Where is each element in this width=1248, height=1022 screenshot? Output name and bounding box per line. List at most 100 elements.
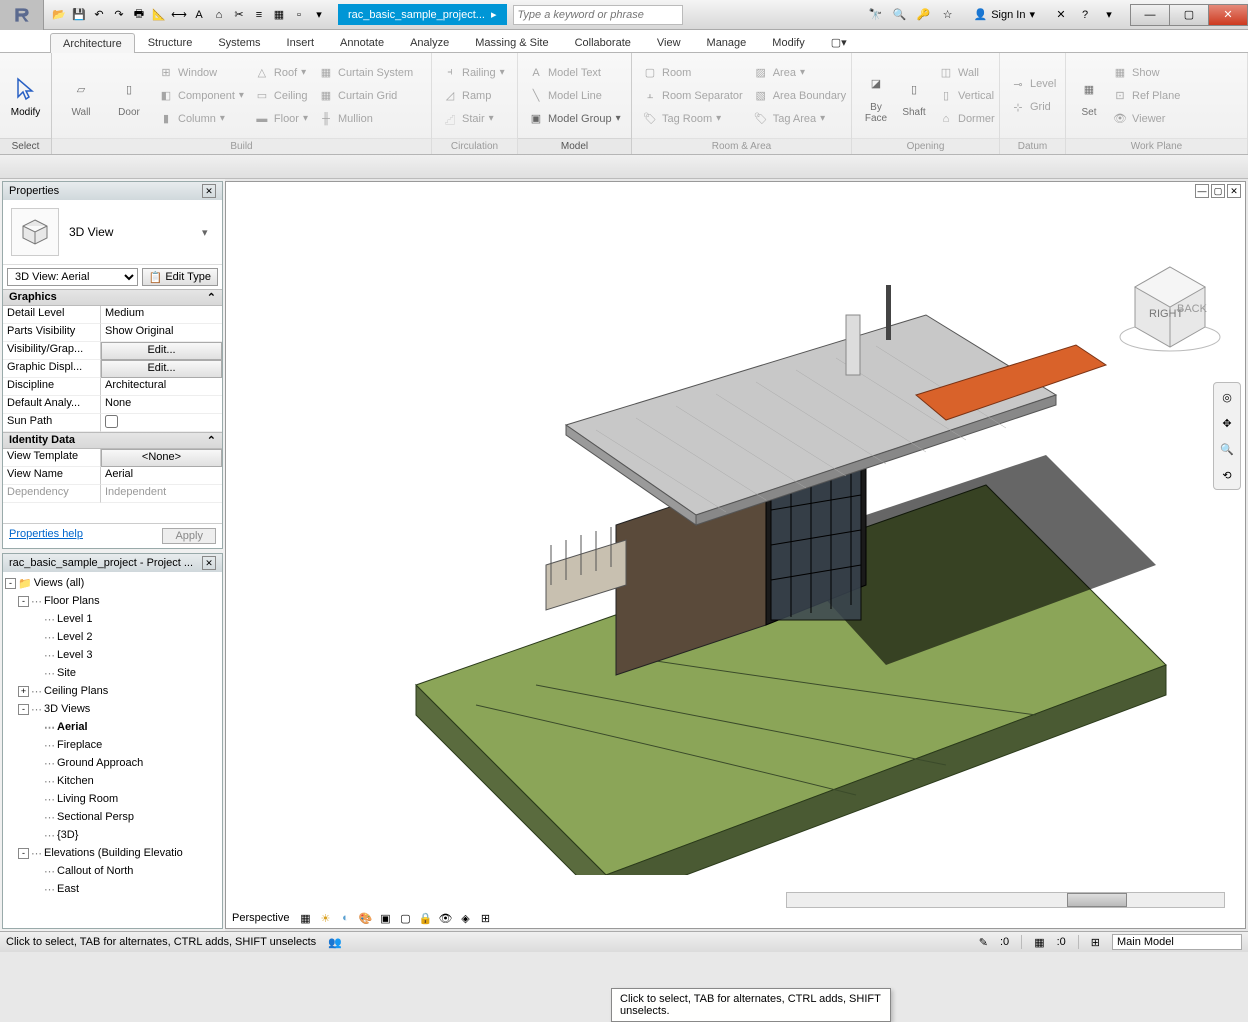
tree-item[interactable]: ⋯ Callout of North	[5, 862, 220, 880]
prop-value[interactable]: Architectural	[101, 378, 222, 396]
tree-item[interactable]: ⋯ Site	[5, 664, 220, 682]
3d-icon[interactable]: ⌂	[210, 6, 228, 24]
area-boundary-button[interactable]: ▧Area Boundary	[749, 85, 850, 107]
viewcube[interactable]: RIGHT BACK	[1115, 252, 1225, 362]
curtain-grid-button[interactable]: ▦Curtain Grid	[314, 85, 417, 107]
curtain-system-button[interactable]: ▦Curtain System	[314, 62, 417, 84]
ribbon-tab-view[interactable]: View	[644, 32, 694, 52]
vc-model-graphics-icon[interactable]: ▦	[297, 910, 313, 926]
prop-group-identity-data[interactable]: Identity Data⌃	[3, 432, 222, 449]
vc-temp-hide-icon[interactable]: 👁	[437, 910, 453, 926]
orbit-icon[interactable]: ⟲	[1217, 465, 1237, 485]
tree-item[interactable]: ⋯ Level 3	[5, 646, 220, 664]
prop-value[interactable]: <None>	[101, 449, 222, 467]
tag-area-button[interactable]: 🏷Tag Area ▾	[749, 108, 850, 130]
key-icon[interactable]: 🔑	[913, 4, 935, 26]
collapse-icon[interactable]: -	[18, 848, 29, 859]
set-button[interactable]: ▦Set	[1072, 56, 1106, 136]
ribbon-tab-architecture[interactable]: Architecture	[50, 33, 135, 53]
door-button[interactable]: ▯Door	[106, 56, 152, 136]
status-model-selector[interactable]	[1112, 934, 1242, 950]
tree-item[interactable]: ⋯ {3D}	[5, 826, 220, 844]
browser-close-icon[interactable]: ✕	[202, 556, 216, 570]
tag-room-button[interactable]: 🏷Tag Room ▾	[638, 108, 747, 130]
type-selector[interactable]: 3D View ▾	[3, 200, 222, 265]
vertical-button[interactable]: ▯Vertical	[934, 85, 999, 107]
vc-sun-icon[interactable]: ☀	[317, 910, 333, 926]
help-icon[interactable]: ?	[1074, 4, 1096, 26]
qat-dropdown-icon[interactable]: ▾	[310, 6, 328, 24]
help-dropdown-icon[interactable]: ▾	[1098, 4, 1120, 26]
prop-value[interactable]: Medium	[101, 306, 222, 324]
model-text-button[interactable]: AModel Text	[524, 62, 625, 84]
tree-item[interactable]: ⋯ Level 1	[5, 610, 220, 628]
status-model-icon[interactable]: ⊞	[1091, 936, 1100, 949]
tree-item[interactable]: ⋯ Kitchen	[5, 772, 220, 790]
pan-icon[interactable]: ✥	[1217, 413, 1237, 433]
thin-lines-icon[interactable]: ≡	[250, 6, 268, 24]
ref-plane-button[interactable]: ⊡Ref Plane	[1108, 85, 1184, 107]
prop-value[interactable]: None	[101, 396, 222, 414]
room-button[interactable]: ▢Room	[638, 62, 747, 84]
tree-item[interactable]: ⋯ Aerial	[5, 718, 220, 736]
ribbon-tab-systems[interactable]: Systems	[205, 32, 273, 52]
prop-value[interactable]	[101, 414, 222, 432]
prop-group-graphics[interactable]: Graphics⌃	[3, 289, 222, 306]
redo-icon[interactable]: ↷	[110, 6, 128, 24]
component-button[interactable]: ◧Component ▾	[154, 85, 248, 107]
prop-value[interactable]: Show Original	[101, 324, 222, 342]
tree-item[interactable]: -⋯ 3D Views	[5, 700, 220, 718]
ribbon-tab-extra[interactable]: ▢▾	[818, 31, 860, 52]
ribbon-tab-annotate[interactable]: Annotate	[327, 32, 397, 52]
vc-reveal-icon[interactable]: ◈	[457, 910, 473, 926]
search-input[interactable]	[513, 5, 683, 25]
grid-button[interactable]: ⊹Grid	[1006, 96, 1060, 118]
properties-help-link[interactable]: Properties help	[9, 528, 83, 544]
column-button[interactable]: ▮Column ▾	[154, 108, 248, 130]
room-separator-button[interactable]: ⫠Room Separator	[638, 85, 747, 107]
tree-item[interactable]: ⋯ Sectional Persp	[5, 808, 220, 826]
vc-render-icon[interactable]: 🎨	[357, 910, 373, 926]
maximize-button[interactable]: ▢	[1169, 4, 1209, 26]
shaft-button[interactable]: ▯Shaft	[896, 56, 932, 136]
edit-type-button[interactable]: 📋Edit Type	[142, 268, 218, 286]
by-face-button[interactable]: ◪By Face	[858, 56, 894, 136]
railing-button[interactable]: ⫞Railing ▾	[438, 62, 509, 84]
section-icon[interactable]: ✂	[230, 6, 248, 24]
tree-item[interactable]: -⋯ Floor Plans	[5, 592, 220, 610]
ribbon-tab-insert[interactable]: Insert	[274, 32, 328, 52]
switch-window-icon[interactable]: ▫	[290, 6, 308, 24]
ribbon-tab-modify[interactable]: Modify	[759, 32, 817, 52]
text-icon[interactable]: A	[190, 6, 208, 24]
ribbon-tab-manage[interactable]: Manage	[694, 32, 760, 52]
area-button[interactable]: ▨Area ▾	[749, 62, 850, 84]
close-hidden-icon[interactable]: ▦	[270, 6, 288, 24]
ramp-button[interactable]: ◿Ramp	[438, 85, 509, 107]
tree-item[interactable]: -⋯ Elevations (Building Elevatio	[5, 844, 220, 862]
dormer-button[interactable]: ⌂Dormer	[934, 108, 999, 130]
document-tab[interactable]: rac_basic_sample_project... ▸	[338, 4, 507, 25]
status-design-options-icon[interactable]: ▦	[1034, 936, 1044, 949]
wall-button[interactable]: ▱Wall	[58, 56, 104, 136]
prop-value[interactable]: Edit...	[101, 360, 222, 378]
prop-value[interactable]: Aerial	[101, 467, 222, 485]
binoculars-icon[interactable]: 🔭	[865, 4, 887, 26]
viewer-button[interactable]: 👁Viewer	[1108, 108, 1184, 130]
properties-close-icon[interactable]: ✕	[202, 184, 216, 198]
vc-lock-icon[interactable]: 🔒	[417, 910, 433, 926]
search-icon[interactable]: 🔍	[889, 4, 911, 26]
close-button[interactable]: ✕	[1208, 4, 1248, 26]
model-group-button[interactable]: ▣Model Group ▾	[524, 108, 625, 130]
tree-item[interactable]: ⋯ Living Room	[5, 790, 220, 808]
app-menu-button[interactable]	[0, 0, 44, 30]
tree-item[interactable]: +⋯ Ceiling Plans	[5, 682, 220, 700]
dim-icon[interactable]: ⟷	[170, 6, 188, 24]
tree-item[interactable]: -📁 Views (all)	[5, 574, 220, 592]
level-button[interactable]: ⊸Level	[1006, 73, 1060, 95]
show-button[interactable]: ▦Show	[1108, 62, 1184, 84]
exchange-icon[interactable]: ✕	[1050, 4, 1072, 26]
instance-selector[interactable]: 3D View: Aerial	[7, 268, 138, 286]
prop-value[interactable]: Edit...	[101, 342, 222, 360]
print-icon[interactable]: 🖶	[130, 6, 148, 24]
model-line-button[interactable]: ╲Model Line	[524, 85, 625, 107]
